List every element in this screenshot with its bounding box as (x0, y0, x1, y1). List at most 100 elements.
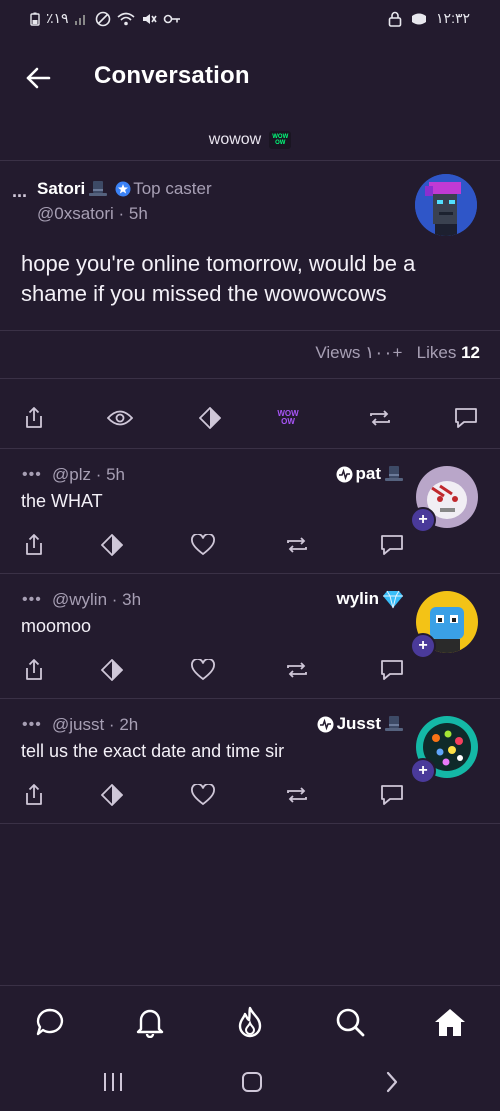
recast-icon (287, 662, 307, 678)
reply-handle: @wylin · 3h (52, 590, 142, 609)
diamond-icon (101, 784, 123, 806)
recent-apps-icon (104, 1073, 122, 1091)
status-left: ٪۱۹ (30, 10, 181, 27)
chevron-right-icon (386, 1071, 398, 1093)
nav-chat[interactable] (32, 1004, 68, 1040)
tip-button[interactable] (98, 656, 126, 684)
tip-button[interactable] (98, 781, 126, 809)
channel-link[interactable]: wowow WOW OW (0, 122, 500, 158)
tip-button[interactable] (98, 531, 126, 559)
chat-icon (36, 1008, 64, 1036)
activity-badge-icon (317, 716, 334, 732)
share-icon (26, 407, 42, 428)
arrow-left-icon (26, 67, 51, 89)
activity-badge-icon (336, 466, 352, 482)
top-hat-icon (89, 181, 108, 196)
status-right: ۱۲:۳۲ (388, 10, 470, 27)
recast-button[interactable] (283, 656, 311, 684)
cast-author[interactable]: Satori Top caster (37, 179, 212, 199)
cast-text: hope you're online tomorrow, would be a … (21, 251, 416, 306)
wow-reaction-button[interactable]: WOW OW (274, 404, 302, 432)
reply-item[interactable]: ••• @jusst · 2h Jusst tell us the exact … (0, 699, 500, 823)
recast-icon (370, 410, 390, 426)
tip-button[interactable] (196, 404, 224, 432)
reply-actions (0, 781, 500, 811)
more-options-icon[interactable]: ... (12, 181, 27, 202)
reply-text: tell us the exact date and time sir (21, 741, 285, 761)
like-button[interactable] (189, 781, 217, 809)
more-options-icon[interactable]: ••• (22, 716, 42, 734)
comment-button[interactable] (378, 781, 406, 809)
channel-badge: WOW OW (269, 131, 292, 149)
top-caster-badge: Top caster (115, 179, 212, 199)
like-button[interactable] (189, 656, 217, 684)
home-icon (435, 1009, 465, 1036)
avatar[interactable] (415, 174, 477, 236)
home-square-icon (242, 1072, 262, 1092)
channel-name: wowow (208, 131, 262, 148)
comment-button[interactable] (452, 404, 480, 432)
comment-icon (381, 660, 403, 680)
top-hat-icon (385, 466, 403, 481)
bell-icon (136, 1009, 164, 1038)
back-system-button[interactable] (372, 1067, 412, 1097)
nav-home[interactable] (432, 1004, 468, 1040)
top-caster-label: Top caster (133, 179, 212, 198)
diamond-icon (101, 534, 123, 556)
reply-actions (0, 656, 500, 686)
share-button[interactable] (20, 404, 48, 432)
views-value: ۱۰۰+ (365, 343, 403, 362)
recast-button[interactable] (283, 781, 311, 809)
nav-search[interactable] (332, 1004, 368, 1040)
reply-handle: @jusst · 2h (52, 715, 139, 734)
more-options-icon[interactable]: ••• (22, 591, 42, 609)
cast-handle: @0xsatori · 5h (37, 204, 148, 223)
comment-button[interactable] (378, 656, 406, 684)
likes-value: 12 (461, 343, 480, 362)
heart-icon (191, 659, 215, 681)
share-button[interactable] (20, 531, 48, 559)
main-cast: ... Satori Top caster @0xsatori · 5h hop… (0, 161, 500, 448)
comment-icon (381, 535, 403, 555)
cast-stats: Views ۱۰۰+ Likes 12 (0, 343, 480, 363)
diamond-icon (101, 659, 123, 681)
home-system-button[interactable] (232, 1067, 272, 1097)
nav-notifications[interactable] (132, 1004, 168, 1040)
cast-actions: WOW OW (0, 404, 500, 434)
divider (0, 378, 500, 379)
diamond-gem-icon (383, 590, 403, 609)
recent-apps-button[interactable] (93, 1067, 133, 1097)
battery-percent: ٪۱۹ (46, 10, 69, 26)
reply-author[interactable]: wylin (336, 589, 404, 609)
more-options-icon[interactable]: ••• (22, 466, 42, 484)
share-button[interactable] (20, 656, 48, 684)
bottom-nav (0, 985, 500, 1056)
recast-button[interactable] (283, 531, 311, 559)
share-button[interactable] (20, 781, 48, 809)
reply-item[interactable]: ••• @wylin · 3h wylin moomoo + (0, 574, 500, 698)
channel-badge-line2: OW (275, 140, 286, 146)
recast-button[interactable] (366, 404, 394, 432)
reply-author[interactable]: pat (336, 464, 405, 484)
page-title: Conversation (94, 62, 250, 89)
reply-author-name: wylin (336, 589, 379, 608)
comment-icon (455, 408, 477, 428)
wow-icon-line2: OW (281, 417, 295, 426)
reply-author-name: Jusst (336, 714, 381, 733)
share-icon (26, 784, 42, 805)
views-button[interactable] (106, 404, 134, 432)
nav-trending[interactable] (232, 1004, 268, 1040)
reply-author-name: pat (355, 464, 382, 483)
follow-button[interactable]: + (410, 507, 436, 533)
comment-button[interactable] (378, 531, 406, 559)
reply-item[interactable]: ••• @plz · 5h pat the WHAT + (0, 449, 500, 573)
diamond-icon (199, 407, 221, 429)
recast-icon (287, 537, 307, 553)
reply-author[interactable]: Jusst (317, 714, 404, 734)
heart-icon (191, 784, 215, 806)
comment-icon (381, 785, 403, 805)
like-button[interactable] (189, 531, 217, 559)
reply-handle: @plz · 5h (52, 465, 126, 484)
back-button[interactable] (18, 60, 58, 96)
reply-actions (0, 531, 500, 561)
